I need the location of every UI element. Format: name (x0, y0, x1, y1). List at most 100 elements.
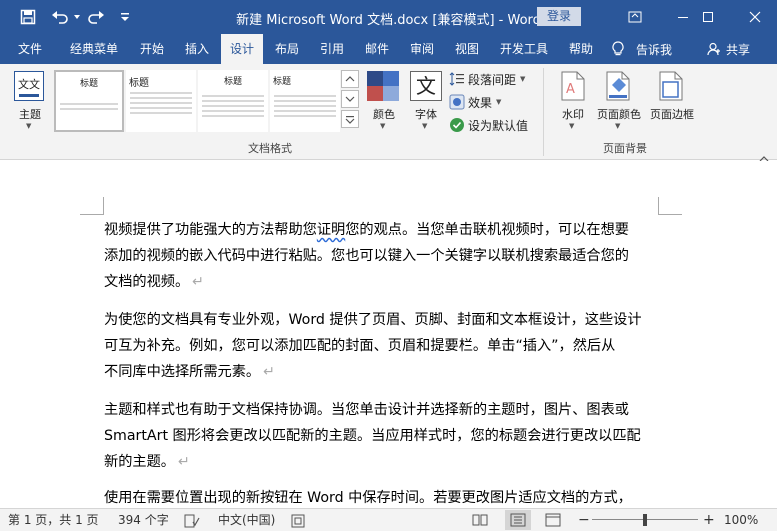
maximize-icon[interactable] (688, 0, 728, 34)
text-segment: 文档的视频。 (104, 274, 190, 290)
chevron-down-icon: ▼ (380, 122, 386, 130)
design-ribbon: 文文 主题 ▼ 标题 标题 标题 标题 颜色 ▼ 文 字体 ▼ 段落间距 ▼ 效… (0, 64, 777, 162)
tab-mailings[interactable]: 邮件 (356, 34, 398, 64)
group-label-page-background: 页面背景 (603, 142, 647, 155)
redo-icon[interactable] (84, 8, 106, 26)
style-set-title: 标题 (79, 79, 98, 89)
paragraph[interactable]: 使用在需要位置出现的新按钮在 Word 中保存时间。若要更改图片适应文档的方式， (104, 485, 660, 508)
tab-view[interactable]: 视图 (446, 34, 488, 64)
chevron-down-icon: ▼ (26, 122, 32, 130)
tell-me-box[interactable]: 告诉我 (612, 34, 672, 64)
text-segment: 不同库中选择所需元素。 (104, 364, 261, 380)
style-set-default[interactable]: 标题 (54, 70, 124, 132)
tab-layout[interactable]: 布局 (266, 34, 308, 64)
tab-review[interactable]: 审阅 (401, 34, 443, 64)
watermark-icon: A (561, 71, 585, 101)
proofing-icon[interactable] (184, 513, 200, 528)
page-color-icon (606, 71, 632, 101)
paragraph[interactable]: 视频提供了功能强大的方法帮助您证明您的观点。当您单击联机视频时，可以在想要 添加… (104, 217, 660, 295)
text-line: 主题和样式也有助于文档保持协调。当您单击设计并选择新的主题时，图片、图表或 (104, 402, 629, 418)
person-icon (707, 42, 721, 56)
chevron-down-icon: ▼ (569, 122, 575, 130)
language-indicator[interactable]: 中文(中国) (218, 509, 275, 531)
gallery-scroll-up-button[interactable] (341, 70, 359, 88)
window-title: 新建 Microsoft Word 文档.docx [兼容模式] - Word (236, 13, 541, 28)
gallery-more-button[interactable] (341, 110, 359, 128)
word-count[interactable]: 394 个字 (118, 509, 169, 531)
paragraph-spacing-label: 段落间距 (468, 72, 517, 87)
print-layout-icon[interactable] (505, 510, 531, 530)
style-set-title: 标题 (129, 78, 149, 89)
svg-text:A: A (566, 82, 575, 97)
document-page[interactable]: 视频提供了功能强大的方法帮助您证明您的观点。当您单击联机视频时，可以在想要 添加… (0, 161, 761, 508)
zoom-slider-thumb[interactable] (643, 514, 647, 526)
tab-classic-menu[interactable]: 经典菜单 (58, 34, 130, 64)
style-set-title: 标题 (223, 77, 242, 87)
zoom-level[interactable]: 100% (724, 509, 758, 531)
colors-label: 颜色 (373, 108, 395, 121)
accessibility-icon[interactable] (291, 513, 305, 528)
undo-icon[interactable] (50, 8, 72, 26)
vertical-scrollbar[interactable] (761, 161, 777, 508)
ribbon-tabs: 文件 经典菜单 开始 插入 设计 布局 引用 邮件 审阅 视图 开发工具 帮助 … (0, 34, 777, 64)
tab-references[interactable]: 引用 (311, 34, 353, 64)
themes-button[interactable]: 文文 主题 ▼ (10, 68, 50, 138)
zoom-out-button[interactable]: − (578, 509, 590, 531)
read-mode-icon[interactable] (472, 512, 488, 528)
effects-icon (449, 94, 465, 110)
chevron-down-icon (345, 96, 355, 102)
style-set-2[interactable]: 标题 (126, 70, 196, 132)
text-segment: 视频提供了功能强大的方法帮助您 (104, 222, 317, 238)
tab-developer[interactable]: 开发工具 (493, 34, 555, 64)
spelling-squiggle: 证明 (316, 222, 346, 238)
undo-dropdown-icon[interactable] (72, 8, 82, 26)
style-set-4[interactable]: 标题 (270, 70, 340, 132)
chevron-down-icon: ▼ (615, 122, 621, 130)
colors-icon (367, 71, 399, 101)
style-set-title: 标题 (273, 77, 292, 87)
margin-corner-mark (658, 197, 682, 215)
text-line: 使用在需要位置出现的新按钮在 Word 中保存时间。若要更改图片适应文档的方式， (104, 490, 632, 506)
effects-label: 效果 (468, 95, 493, 110)
tab-design[interactable]: 设计 (221, 34, 263, 64)
chevron-down-icon: ▼ (496, 98, 502, 106)
paragraph[interactable]: 为使您的文档具有专业外观，Word 提供了页眉、页脚、封面和文本框设计，这些设计… (104, 307, 660, 385)
tab-file[interactable]: 文件 (6, 34, 54, 64)
page-borders-button[interactable]: 页面边框 (646, 68, 698, 138)
themes-label: 主题 (19, 108, 41, 121)
colors-button[interactable]: 颜色 ▼ (364, 68, 404, 138)
fonts-label: 字体 (415, 108, 437, 121)
share-label: 共享 (726, 42, 751, 57)
paragraph-spacing-button[interactable]: 段落间距 ▼ (449, 70, 525, 88)
paragraph[interactable]: 主题和样式也有助于文档保持协调。当您单击设计并选择新的主题时，图片、图表或 Sm… (104, 397, 660, 475)
ribbon-display-options-icon[interactable] (615, 0, 655, 34)
login-button[interactable]: 登录 (537, 7, 581, 26)
gallery-scroll-down-button[interactable] (341, 90, 359, 108)
effects-button[interactable]: 效果 ▼ (449, 93, 501, 111)
text-line: 添加的视频的嵌入代码中进行粘贴。您也可以键入一个关键字以联机搜索最适合您的 (104, 248, 629, 264)
customize-qat-icon[interactable] (116, 8, 134, 26)
tab-home[interactable]: 开始 (132, 34, 172, 64)
fonts-icon: 文 (410, 71, 442, 101)
save-icon[interactable] (19, 8, 37, 26)
tab-help[interactable]: 帮助 (560, 34, 602, 64)
set-as-default-button[interactable]: 设为默认值 (449, 116, 528, 134)
zoom-in-button[interactable]: + (703, 509, 715, 531)
web-layout-icon[interactable] (545, 512, 561, 528)
share-button[interactable]: 共享 (707, 34, 750, 64)
tab-insert[interactable]: 插入 (176, 34, 218, 64)
text-line: 新的主题。 ↵ (104, 449, 660, 475)
page-count[interactable]: 第 1 页，共 1 页 (8, 509, 99, 531)
text-segment: 新的主题。 (104, 454, 175, 470)
chevron-down-icon: ▼ (520, 75, 526, 83)
close-icon[interactable] (735, 0, 775, 34)
page-color-label: 页面颜色 (597, 108, 641, 121)
watermark-button[interactable]: A 水印 ▼ (553, 68, 593, 138)
paragraph-mark-icon: ↵ (177, 454, 190, 470)
set-as-default-label: 设为默认值 (468, 118, 529, 133)
page-color-button[interactable]: 页面颜色 ▼ (594, 68, 644, 138)
fonts-button[interactable]: 文 字体 ▼ (406, 68, 446, 138)
group-separator (543, 68, 544, 156)
themes-icon: 文文 (14, 71, 44, 101)
style-set-3[interactable]: 标题 (198, 70, 268, 132)
